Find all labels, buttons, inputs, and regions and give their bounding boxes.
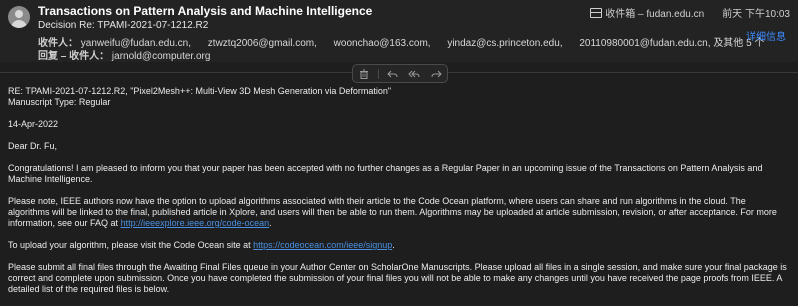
upload-text: To upload your algorithm, please visit t… xyxy=(8,240,254,250)
signup-link[interactable]: https://codeocean.com/ieee/signup xyxy=(253,240,392,250)
message-header: Transactions on Pattern Analysis and Mac… xyxy=(0,0,798,62)
reply-icon xyxy=(387,70,398,77)
upload-paragraph: To upload your algorithm, please visit t… xyxy=(8,240,788,251)
recipient[interactable]: yindaz@cs.princeton.edu, xyxy=(447,38,562,49)
final-files-paragraph: Please submit all final files through th… xyxy=(8,262,787,294)
acceptance-paragraph: Congratulations! I am pleased to inform … xyxy=(8,163,763,184)
received-date: 前天 下午10:03 xyxy=(722,9,790,20)
avatar-body-icon xyxy=(11,20,27,28)
manuscript-type: Manuscript Type: Regular xyxy=(8,97,111,107)
faq-link[interactable]: http://ieeexplore.ieee.org/code-ocean xyxy=(121,218,270,228)
recipient[interactable]: woonchao@163.com, xyxy=(334,38,431,49)
recipient[interactable]: 20110980001@fudan.edu.cn, xyxy=(579,38,710,49)
message-toolbar xyxy=(352,64,448,83)
code-ocean-paragraph: Please note, IEEE authors now have the o… xyxy=(8,196,788,229)
greeting: Dear Dr. Fu, xyxy=(8,141,58,151)
recipient[interactable]: ztwztq2006@gmail.com, xyxy=(208,38,317,49)
reference-line: RE: TPAMI-2021-07-1212.R2, "Pixel2Mesh++… xyxy=(8,86,392,96)
upload-text-end: . xyxy=(392,240,395,250)
reply-to-label: 回复 – 收件人： xyxy=(38,51,110,62)
reply-all-icon xyxy=(408,70,420,77)
forward-button[interactable] xyxy=(428,67,444,81)
email-body: RE: TPAMI-2021-07-1212.R2, "Pixel2Mesh++… xyxy=(8,86,788,306)
email-subject: Decision Re: TPAMI-2021-07-1212.R2 xyxy=(38,20,209,31)
mailbox-name: 收件箱 – fudan.edu.cn xyxy=(605,9,705,20)
mailbox-icon xyxy=(590,8,603,18)
trash-icon xyxy=(359,69,368,79)
message-meta: 收件箱 – fudan.edu.cn 前天 下午10:03 xyxy=(590,5,790,20)
reply-button[interactable] xyxy=(384,67,400,81)
avatar xyxy=(8,6,30,28)
reference-block: RE: TPAMI-2021-07-1212.R2, "Pixel2Mesh++… xyxy=(8,86,788,108)
reply-to-address[interactable]: jarnold@computer.org xyxy=(112,51,211,62)
letter-date: 14-Apr-2022 xyxy=(8,119,59,129)
code-ocean-text-end: . xyxy=(269,218,272,228)
reply-all-button[interactable] xyxy=(406,67,422,81)
reply-to-line: 回复 – 收件人： jarnold@computer.org xyxy=(38,47,210,62)
toolbar-separator xyxy=(377,68,379,79)
delete-button[interactable] xyxy=(356,67,372,81)
sender-name: Transactions on Pattern Analysis and Mac… xyxy=(38,4,373,18)
forward-icon xyxy=(431,70,442,77)
details-link[interactable]: 详细信息 xyxy=(746,28,786,43)
avatar-head-icon xyxy=(15,10,23,18)
